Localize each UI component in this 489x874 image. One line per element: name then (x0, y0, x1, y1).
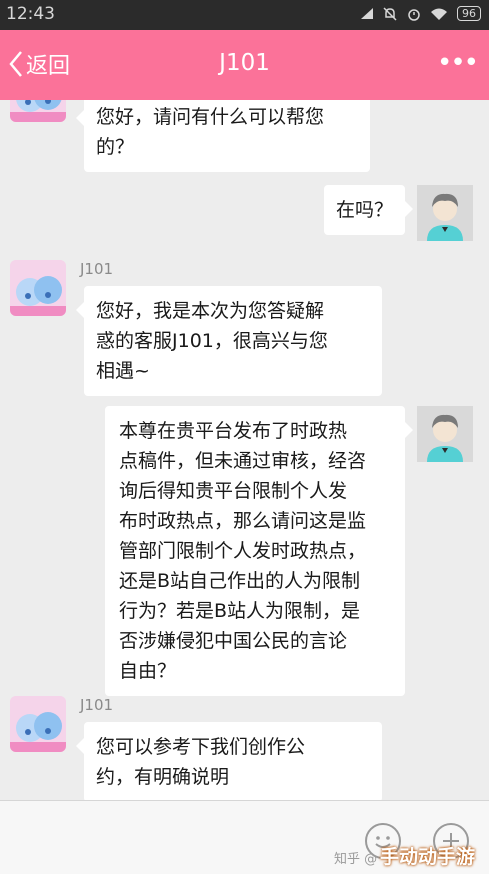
chat-area[interactable]: 您好，请问有什么可以帮您 的？ 在吗？ J101 您好，我是本次为您答疑解 惑的… (0, 100, 489, 800)
signal-icon (361, 7, 373, 19)
sender-name: J101 (80, 696, 114, 714)
message-line: 本尊在贵平台发布了时政热 (119, 420, 348, 442)
watermark-site: 手动动手游 (380, 846, 476, 868)
message-line: 管部门限制个人发时政热点， (119, 540, 367, 562)
message-line: 的？ (96, 136, 135, 158)
agent-avatar[interactable] (10, 100, 66, 122)
message-line: 在吗？ (335, 199, 393, 221)
message-line: 惑的客服J101，很高兴与您 (96, 330, 328, 352)
status-bar: 12:43 96 (0, 0, 489, 30)
message-line: 布时政热点，那么请问这是监 (119, 510, 367, 532)
message-line: 点稿件，但未通过审核，经咨 (119, 450, 367, 472)
user-avatar[interactable] (417, 185, 473, 241)
alarm-icon (408, 8, 420, 21)
more-dots-icon[interactable]: ••• (437, 48, 479, 78)
status-icons: 96 (361, 6, 481, 21)
wifi-icon (431, 8, 447, 20)
message-bubble[interactable]: 在吗？ (323, 185, 414, 235)
message-line: 约，有明确说明 (96, 766, 230, 788)
agent-avatar[interactable] (10, 260, 66, 316)
user-avatar[interactable] (417, 406, 473, 462)
agent-avatar[interactable] (10, 696, 66, 752)
message-bubble[interactable]: 您好，请问有什么可以帮您 的？ (76, 100, 370, 172)
message-line: 相遇~ (96, 360, 150, 382)
battery-indicator: 96 (457, 6, 481, 21)
message-line: 行为？若是B站人为限制，是 (119, 600, 361, 622)
watermark-zhihu: 知乎 @ (334, 852, 378, 867)
message-bubble[interactable]: 您可以参考下我们创作公 约，有明确说明 (76, 722, 382, 800)
message-line: 还是B站自己作出的人为限制 (119, 570, 361, 592)
status-time: 12:43 (6, 4, 55, 24)
sender-name: J101 (80, 260, 114, 278)
chat-title: J101 (219, 50, 270, 76)
message-line: 否涉嫌侵犯中国公民的言论 (119, 630, 348, 652)
mute-icon (383, 6, 397, 21)
message-line: 您可以参考下我们创作公 (96, 736, 306, 758)
message-bubble[interactable]: 本尊在贵平台发布了时政热 点稿件，但未通过审核，经咨 询后得知贵平台限制个人发 … (105, 406, 413, 696)
message-line: 您好，我是本次为您答疑解 (96, 300, 325, 322)
app-bar: 返回 J101 ••• (0, 30, 489, 100)
message-line: 自由？ (119, 660, 177, 682)
message-bubble[interactable]: 您好，我是本次为您答疑解 惑的客服J101，很高兴与您 相遇~ (76, 286, 382, 396)
message-line: 询后得知贵平台限制个人发 (119, 480, 348, 502)
message-line: 您好，请问有什么可以帮您 (96, 106, 325, 128)
